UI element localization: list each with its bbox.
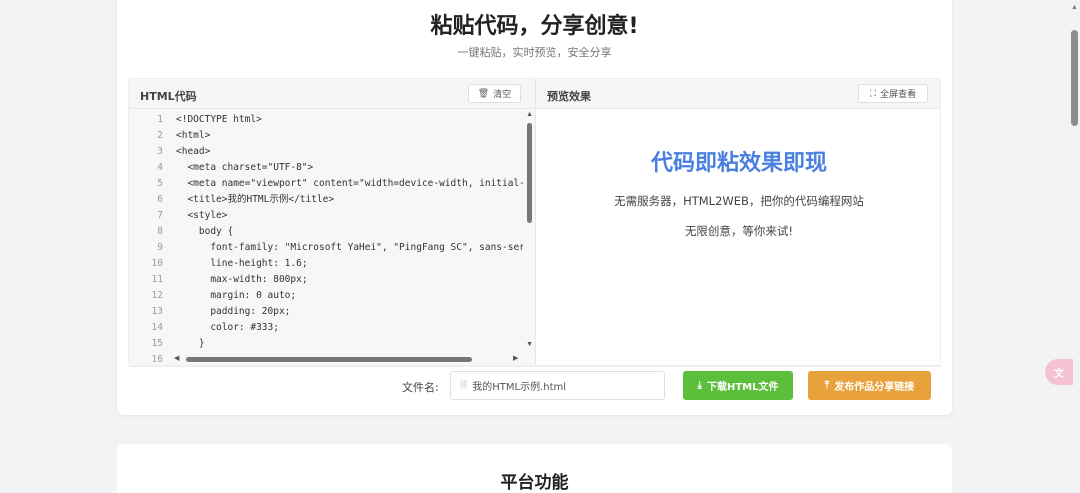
preview-text-line2: 无限创意，等你来试! [684,224,794,238]
filename-value: 我的HTML示例.html [472,382,567,393]
vertical-scroll-thumb[interactable] [527,123,532,223]
line-number: 8 [157,226,163,237]
code-line: 13 padding: 20px; [129,304,529,320]
code-line: 8 body { [129,224,529,240]
clear-button-label: 清空 [493,90,512,100]
line-number: 15 [151,338,163,349]
page-scrollbar-thumb[interactable] [1071,30,1078,126]
code-text: <head> [176,146,211,157]
line-number: 9 [157,242,163,253]
code-line: 3 <head> [129,144,529,160]
line-number: 13 [151,306,163,317]
line-number: 14 [151,322,163,333]
code-text: line-height: 1.6; [176,258,308,269]
code-text: margin: 0 auto; [176,290,297,301]
scroll-down-arrow-icon[interactable]: ▼ [526,341,533,348]
code-text: <meta name="viewport" content="width=dev… [176,178,536,189]
code-line: 4 <meta charset="UTF-8"> [129,160,529,176]
code-line: 12 margin: 0 auto; [129,288,529,304]
code-line: 2 <html> [129,128,529,144]
code-text: <meta charset="UTF-8"> [176,162,314,173]
file-icon: 🗎 [460,380,468,391]
line-number: 4 [157,162,163,173]
features-title: 平台功能 [500,473,569,493]
code-line: 1 <!DOCTYPE html> [129,112,529,128]
clear-button[interactable]: 🗑 清空 [468,84,521,103]
code-text: <!DOCTYPE html> [176,114,262,125]
horizontal-scroll-thumb[interactable] [186,357,472,362]
publish-button-label: 发布作品分享链接 [834,382,915,393]
line-number: 5 [157,178,163,189]
code-text: body { [176,226,234,237]
download-button-label: 下载HTML文件 [706,382,779,393]
line-number: 12 [151,290,163,301]
code-line: 15 } [129,336,529,352]
preview-heading: 代码即粘效果即现 [650,151,827,176]
page-scroll-up-icon[interactable]: ▲ [1071,4,1078,11]
action-bar: 文件名: 🗎 我的HTML示例.html ⤓ 下载HTML文件 ⤒ 发布作品分享… [128,366,941,411]
download-button[interactable]: ⤓ 下载HTML文件 [683,371,793,400]
line-number: 2 [157,130,163,141]
filename-label: 文件名: [402,381,439,394]
scroll-right-arrow-icon[interactable]: ▶ [513,354,518,362]
page-title: 粘贴代码，分享创意! [430,14,639,39]
line-number: 3 [157,146,163,157]
fullscreen-button[interactable]: ⛶ 全屏查看 [858,84,928,103]
code-text: <html> [176,130,211,141]
code-text: color: #333; [176,322,279,333]
code-line: 7 <style> [129,208,529,224]
preview-pane-header: 预览效果 ⛶ 全屏查看 [536,79,940,109]
scroll-left-arrow-icon[interactable]: ◀ [174,354,179,362]
code-line: 6 <title>我的HTML示例</title> [129,192,529,208]
editor-card: 粘贴代码，分享创意! 一键粘贴，实时预览，安全分享 HTML代码 🗑 清空 预览… [117,0,952,415]
code-line: 10 line-height: 1.6; [129,256,529,272]
line-number: 16 [151,354,163,365]
page-subtitle: 一键粘贴，实时预览，安全分享 [457,46,612,59]
code-text: <title>我的HTML示例</title> [176,194,335,205]
code-text: padding: 20px; [176,306,291,317]
line-number: 10 [151,258,163,269]
trash-icon: 🗑 [477,88,490,99]
code-line: 14 color: #333; [129,320,529,336]
editor-panel: HTML代码 🗑 清空 预览效果 ⛶ 全屏查看 1 <!DOCTYPE html>… [128,78,941,366]
code-text: <style> [176,210,228,221]
line-number: 6 [157,194,163,205]
code-line: 11 max-width: 800px; [129,272,529,288]
features-card: 平台功能 [117,444,952,493]
preview-pane-title: 预览效果 [547,90,591,103]
upload-icon: ⤒ [824,380,830,391]
expand-icon: ⛶ [869,88,877,99]
code-line: 9 font-family: "Microsoft YaHei", "PingF… [129,240,535,256]
code-editor[interactable]: 1 <!DOCTYPE html> 2 <html> 3 <head> 4 <meta ch… [129,109,536,365]
code-pane-title: HTML代码 [140,90,197,103]
code-pane-header: HTML代码 🗑 清空 [129,79,536,109]
fullscreen-button-label: 全屏查看 [880,90,917,100]
scroll-up-arrow-icon[interactable]: ▲ [526,111,533,118]
publish-button[interactable]: ⤒ 发布作品分享链接 [808,371,931,400]
code-text: max-width: 800px; [176,274,308,285]
line-number: 1 [157,114,163,125]
preview-area: 代码即粘效果即现 无需服务器，HTML2WEB，把你的代码编程网站 无限创意，等… [536,109,940,365]
filename-input[interactable]: 🗎 我的HTML示例.html [450,371,665,400]
line-number: 7 [157,210,163,221]
translate-float-icon[interactable]: 文 [1045,359,1073,385]
preview-text-line1: 无需服务器，HTML2WEB，把你的代码编程网站 [614,194,864,208]
code-line: 5 <meta name="viewport" content="width=d… [129,176,535,192]
line-number: 11 [151,274,163,285]
code-text: font-family: "Microsoft YaHei", "PingFan… [176,242,536,253]
download-icon: ⤓ [697,380,702,391]
code-text: } [176,338,205,349]
